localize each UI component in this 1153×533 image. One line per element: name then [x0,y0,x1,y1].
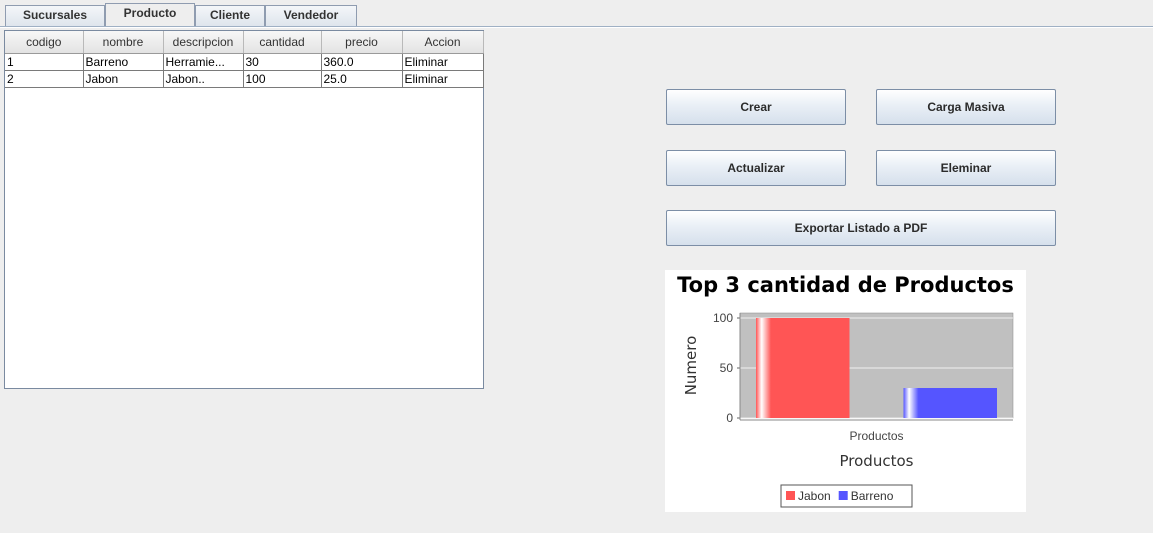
table-row[interactable]: 2 Jabon Jabon.. 100 25.0 Eliminar [5,70,484,88]
y-axis-title: Numero [682,336,700,396]
y-tick-label: 0 [726,411,733,425]
cell-accion[interactable]: Eliminar [402,53,484,71]
legend-swatch-jabon [786,491,795,500]
tab-sucursales[interactable]: Sucursales [5,5,105,27]
actualizar-button[interactable]: Actualizar [666,150,846,186]
legend-label-barreno: Barreno [851,489,894,503]
x-category-label: Productos [849,429,903,443]
cell-descripcion[interactable]: Herramie... [163,53,244,71]
tab-cliente[interactable]: Cliente [195,5,265,27]
cell-cantidad[interactable]: 100 [243,70,322,88]
cell-codigo[interactable]: 1 [5,53,84,71]
tab-divider-highlight [0,27,1153,28]
cell-precio[interactable]: 360.0 [321,53,403,71]
column-header-accion[interactable]: Accion [402,31,484,54]
cell-accion[interactable]: Eliminar [402,70,484,88]
column-header-descripcion[interactable]: descripcion [163,31,244,54]
bar-jabon [756,318,850,418]
legend-label-jabon: Jabon [798,489,831,503]
tab-producto[interactable]: Producto [105,3,195,28]
chart-canvas: 0 50 100 Productos Productos Numero Jabon Barre… [682,311,1014,508]
x-axis-title: Productos [840,452,914,470]
y-tick-label: 50 [720,361,734,375]
table-row[interactable]: 1 Barreno Herramie... 30 360.0 Eliminar [5,53,484,71]
cell-precio[interactable]: 25.0 [321,70,403,88]
eliminar-button[interactable]: Eleminar [876,150,1056,186]
table-header-row: codigo nombre descripcion cantidad preci… [5,31,484,54]
product-quantity-chart: Top 3 cantidad de Productos 0 50 100 Produc… [665,270,1026,512]
tab-vendedor[interactable]: Vendedor [265,5,357,27]
product-table[interactable]: codigo nombre descripcion cantidad preci… [4,30,484,389]
cell-codigo[interactable]: 2 [5,70,84,88]
cell-nombre[interactable]: Jabon [83,70,164,88]
column-header-codigo[interactable]: codigo [5,31,84,54]
legend-swatch-barreno [838,491,848,500]
bar-barreno [903,388,997,418]
column-header-cantidad[interactable]: cantidad [243,31,322,54]
column-header-nombre[interactable]: nombre [83,31,164,54]
tab-bar: Sucursales Producto Cliente Vendedor [0,0,1153,28]
exportar-pdf-button[interactable]: Exportar Listado a PDF [666,210,1056,246]
cell-nombre[interactable]: Barreno [83,53,164,71]
column-header-precio[interactable]: precio [321,31,403,54]
carga-masiva-button[interactable]: Carga Masiva [876,89,1056,125]
cell-cantidad[interactable]: 30 [243,53,322,71]
crear-button[interactable]: Crear [666,89,846,125]
cell-descripcion[interactable]: Jabon.. [163,70,244,88]
y-tick-label: 100 [713,311,733,325]
